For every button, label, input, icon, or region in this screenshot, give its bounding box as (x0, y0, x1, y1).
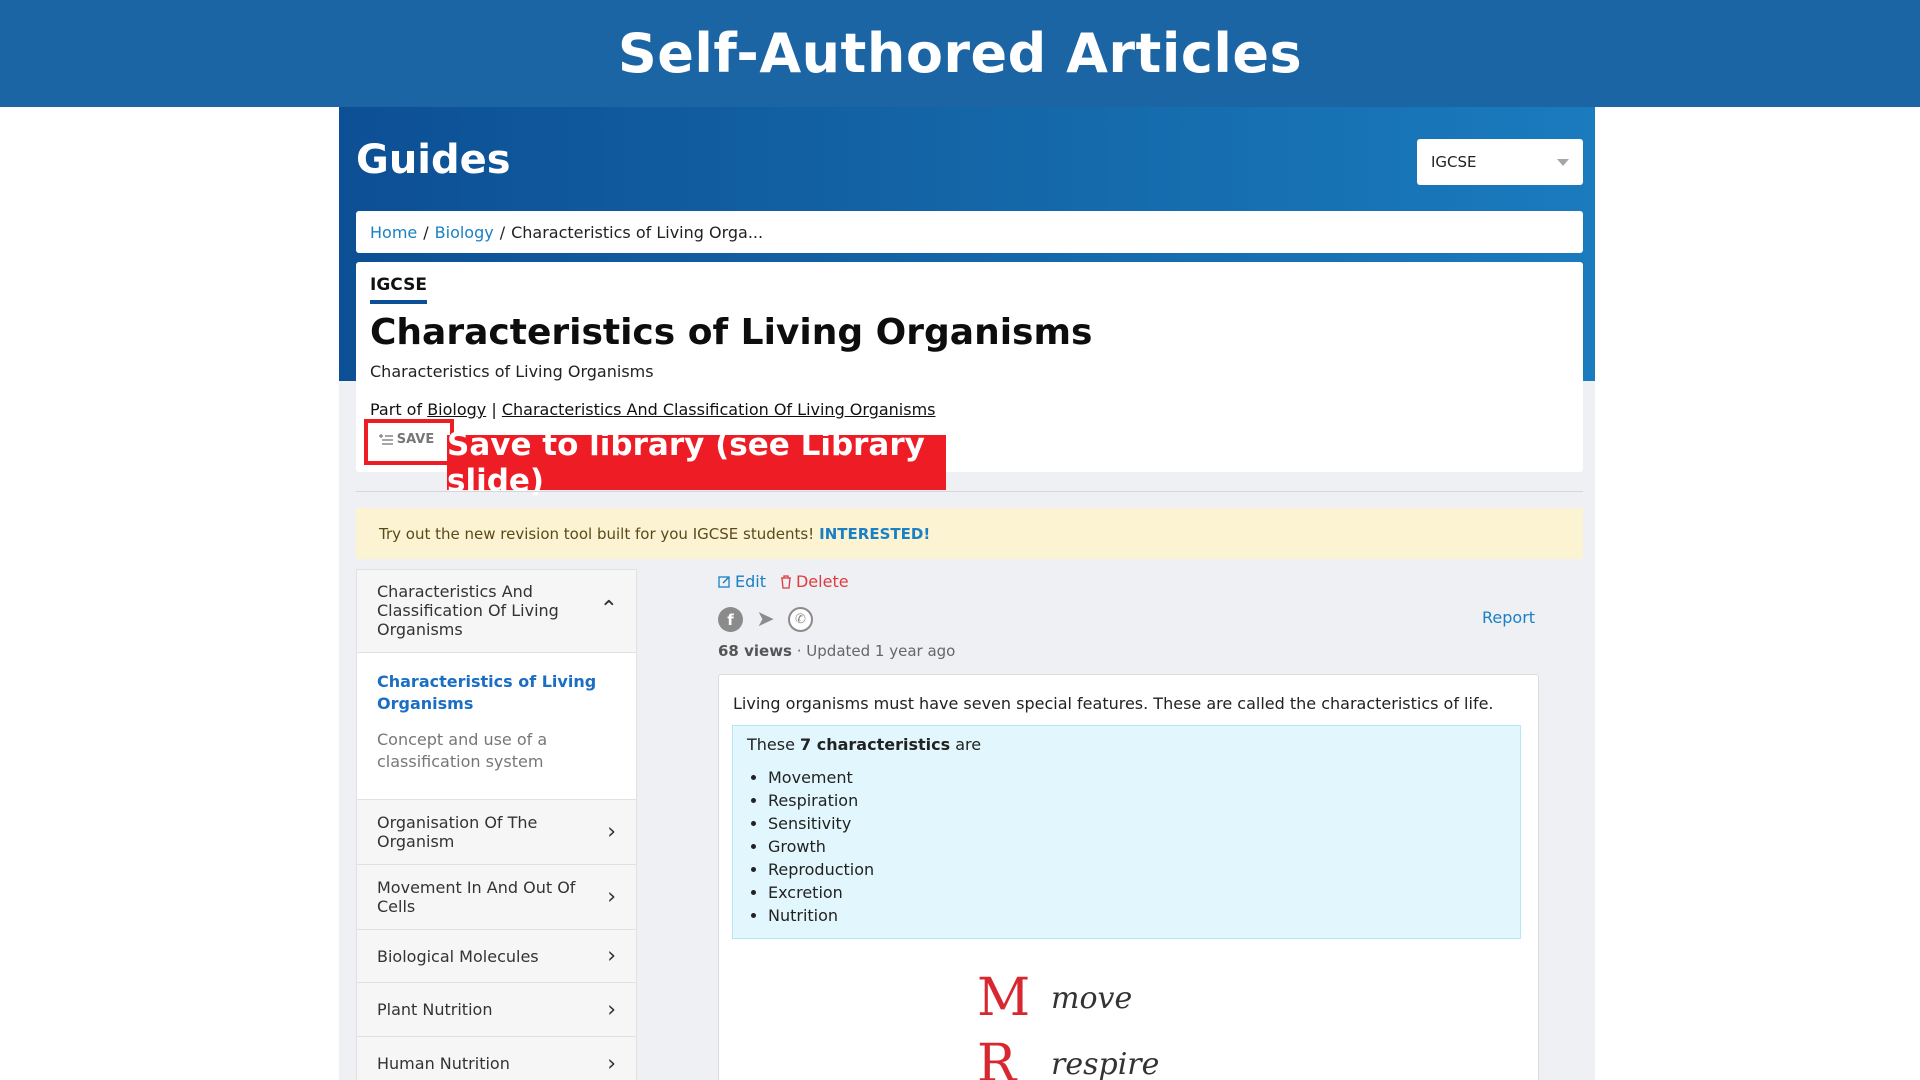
list-item: Sensitivity (768, 812, 1506, 835)
promo-text: Try out the new revision tool built for … (379, 524, 815, 543)
list-item: Growth (768, 835, 1506, 858)
part-of-prefix: Part of (370, 400, 423, 419)
twitter-icon[interactable]: ➤ (753, 607, 778, 632)
save-callout: Save to library (see Library slide) (447, 427, 946, 499)
article-body: Living organisms must have seven special… (718, 674, 1539, 1080)
chevron-right-icon: › (607, 943, 616, 969)
lead-bold: 7 characteristics (800, 735, 951, 754)
sidebar-section[interactable]: Plant Nutrition › (356, 983, 637, 1037)
sidebar-section-items: Characteristics of Living Organisms Conc… (356, 653, 637, 800)
level-select-value: IGCSE (1431, 153, 1477, 171)
mnemonic-image: M move R respire (977, 965, 1159, 1080)
sidebar-section[interactable]: Movement In And Out Of Cells › (356, 865, 637, 930)
trash-icon (780, 574, 791, 589)
updated-time: · Updated 1 year ago (796, 642, 956, 660)
edit-icon (718, 576, 730, 588)
characteristics-list: Movement Respiration Sensitivity Growth … (747, 766, 1506, 927)
sidebar-section-label: Biological Molecules (377, 946, 539, 966)
share-buttons: f ➤ ✆ (718, 607, 813, 632)
sidebar-section-label: Characteristics And Classification Of Li… (377, 582, 559, 639)
level-badge: IGCSE (370, 275, 427, 304)
sidebar-section-label: Plant Nutrition (377, 1000, 493, 1019)
list-item: Respiration (768, 789, 1506, 812)
sidebar-section-open[interactable]: Characteristics And Classification Of Li… (356, 569, 637, 653)
level-select[interactable]: IGCSE (1417, 139, 1583, 185)
chevron-right-icon: › (607, 1051, 616, 1076)
article-actions: Edit Delete (718, 572, 849, 591)
delete-button[interactable]: Delete (780, 572, 849, 591)
article-title: Characteristics of Living Organisms (370, 312, 1093, 353)
mnemonic-letter: R (977, 1034, 1017, 1080)
article-subtitle: Characteristics of Living Organisms (370, 362, 654, 381)
list-item: Excretion (768, 881, 1506, 904)
sidebar-section[interactable]: Biological Molecules › (356, 930, 637, 983)
part-of-line: Part of Biology | Characteristics And Cl… (370, 400, 936, 419)
chevron-right-icon: › (607, 884, 616, 910)
breadcrumb-separator: / (499, 222, 506, 242)
report-link[interactable]: Report (1482, 608, 1535, 627)
promo-interested-link[interactable]: INTERESTED! (819, 525, 930, 543)
sidebar-item-active[interactable]: Characteristics of Living Organisms (377, 671, 616, 715)
article-stats: 68 views · Updated 1 year ago (718, 642, 955, 660)
whatsapp-icon[interactable]: ✆ (788, 607, 813, 632)
part-of-topic-link[interactable]: Characteristics And Classification Of Li… (502, 400, 936, 419)
promo-banner: Try out the new revision tool built for … (356, 508, 1583, 559)
caret-down-icon (1557, 158, 1569, 166)
chevron-right-icon: › (607, 997, 616, 1022)
facebook-icon[interactable]: f (718, 607, 743, 632)
mnemonic-letter: M (977, 968, 1031, 1028)
sidebar-section[interactable]: Organisation Of The Organism › (356, 800, 637, 865)
article-intro: Living organisms must have seven special… (733, 694, 1494, 713)
mnemonic-word: move (1051, 980, 1133, 1016)
characteristics-lead: These 7 characteristics are (747, 735, 1506, 754)
save-highlight-box (364, 419, 454, 465)
part-of-divider: | (491, 400, 497, 419)
chevron-right-icon: › (607, 819, 616, 845)
edit-button[interactable]: Edit (718, 572, 766, 591)
sidebar-section[interactable]: Human Nutrition › (356, 1037, 637, 1080)
lead-suffix: are (955, 735, 982, 754)
lead-prefix: These (747, 735, 795, 754)
breadcrumb-home-link[interactable]: Home (370, 223, 417, 242)
list-item: Reproduction (768, 858, 1506, 881)
list-item: Movement (768, 766, 1506, 789)
views-count: 68 views (718, 642, 792, 660)
edit-label: Edit (735, 572, 766, 591)
mnemonic-word: respire (1051, 1046, 1160, 1080)
mnemonic-row: R respire (977, 1031, 1159, 1080)
topic-sidebar: Characteristics And Classification Of Li… (356, 569, 637, 1080)
characteristics-box: These 7 characteristics are Movement Res… (732, 725, 1521, 939)
breadcrumb-current: Characteristics of Living Orga... (511, 222, 764, 242)
part-of-subject-link[interactable]: Biology (427, 400, 486, 419)
top-banner: Self-Authored Articles (0, 0, 1920, 107)
banner-title: Self-Authored Articles (617, 22, 1303, 85)
page-title: Guides (356, 137, 511, 183)
breadcrumb-subject-link[interactable]: Biology (435, 223, 494, 242)
breadcrumb-separator: / (423, 222, 429, 242)
sidebar-item[interactable]: Concept and use of a classification syst… (377, 729, 616, 773)
chevron-up-icon: ⌃ (599, 597, 618, 622)
sidebar-section-label: Organisation Of The Organism (377, 813, 538, 851)
divider (356, 491, 1583, 492)
sidebar-section-label: Movement In And Out Of Cells (377, 878, 576, 916)
delete-label: Delete (795, 572, 849, 591)
sidebar-section-label: Human Nutrition (377, 1054, 510, 1073)
mnemonic-row: M move (977, 965, 1159, 1031)
breadcrumb: Home / Biology / Characteristics of Livi… (356, 211, 1583, 253)
list-item: Nutrition (768, 904, 1506, 927)
screenshot-panel: Guides IGCSE Home / Biology / Characteri… (339, 107, 1595, 1080)
